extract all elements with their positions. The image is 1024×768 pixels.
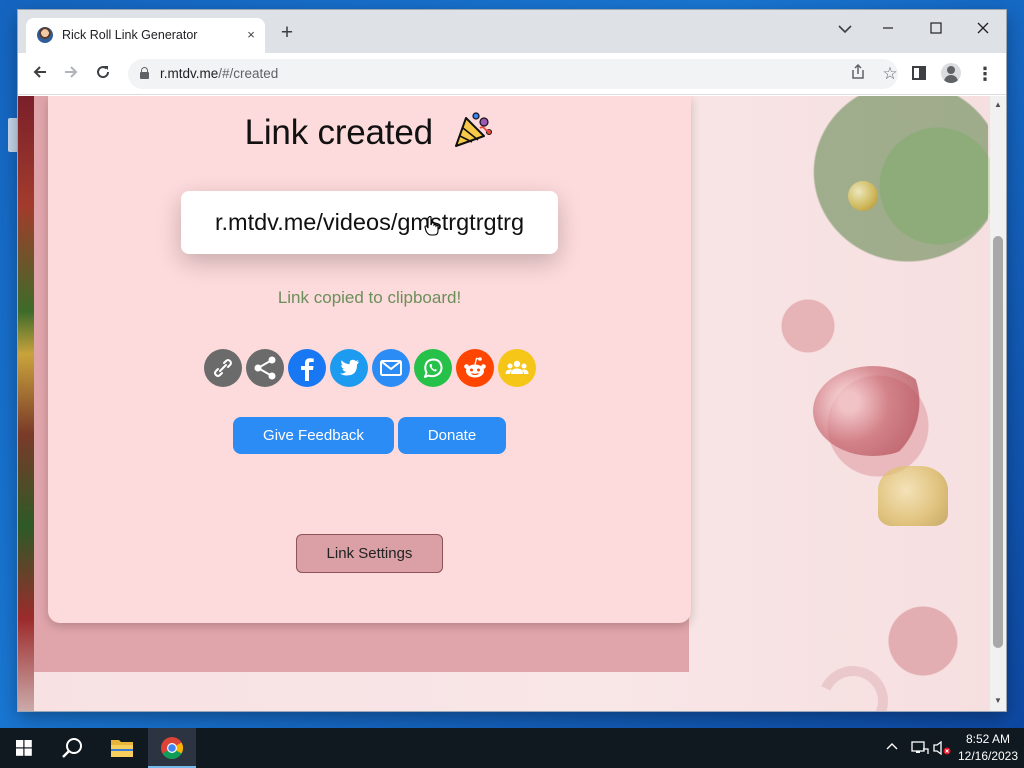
link-card: Link created r.mtdv.me/videos/gmstrgtrgt… [48, 96, 691, 623]
party-popper-icon [452, 110, 494, 150]
close-window-button[interactable] [968, 16, 998, 44]
scroll-thumb[interactable] [993, 236, 1003, 648]
share-page-icon[interactable] [847, 63, 869, 84]
email-icon [372, 349, 410, 387]
folder-icon [111, 740, 133, 757]
copy-link-button[interactable] [204, 349, 242, 387]
background-decoration [788, 96, 988, 286]
reddit-icon [456, 349, 494, 387]
address-bar[interactable]: r.mtdv.me/#/created ☆ [128, 59, 898, 89]
page-title: Link created [48, 110, 691, 153]
whatsapp-share-button[interactable] [414, 349, 452, 387]
browser-toolbar: r.mtdv.me/#/created ☆ ⋮ [18, 53, 1006, 95]
forward-button[interactable] [58, 62, 84, 86]
page-scrollbar[interactable]: ▲ ▼ [990, 96, 1006, 711]
facebook-share-button[interactable] [288, 349, 326, 387]
chrome-taskbar-button[interactable] [148, 728, 196, 768]
link-settings-button[interactable]: Link Settings [296, 534, 443, 573]
scroll-up-arrow-icon[interactable]: ▲ [990, 98, 1006, 112]
search-icon [62, 738, 82, 758]
clock-time[interactable]: 8:52 AM [958, 732, 1018, 746]
tab-search-icon[interactable] [830, 16, 860, 44]
scroll-down-arrow-icon[interactable]: ▼ [990, 694, 1006, 708]
generated-link-box[interactable]: r.mtdv.me/videos/gmstrgtrgtrg [181, 191, 558, 254]
file-explorer-button[interactable] [98, 728, 146, 768]
email-share-button[interactable] [372, 349, 410, 387]
group-share-button[interactable] [498, 349, 536, 387]
background-decoration [878, 466, 948, 526]
start-button[interactable] [0, 728, 48, 768]
background-decoration [808, 656, 898, 711]
twitter-share-button[interactable] [330, 349, 368, 387]
network-icon[interactable] [911, 740, 929, 768]
tab-close-icon[interactable]: × [242, 26, 260, 44]
facebook-icon [288, 349, 326, 387]
bookmark-star-icon[interactable]: ☆ [879, 64, 901, 84]
background-decoration [848, 181, 878, 211]
favicon-icon [37, 27, 53, 43]
reload-button[interactable] [90, 62, 116, 86]
twitter-icon [330, 349, 368, 387]
hand-cursor-icon [424, 215, 440, 236]
background-decoration [813, 366, 933, 456]
donate-button[interactable]: Donate [398, 417, 506, 454]
windows-icon [16, 740, 32, 756]
tab-title: Rick Roll Link Generator [62, 28, 198, 42]
tab-rick-roll[interactable]: Rick Roll Link Generator × [26, 18, 265, 53]
reddit-share-button[interactable] [456, 349, 494, 387]
profile-icon[interactable] [939, 63, 963, 85]
side-panel-icon[interactable] [907, 63, 931, 85]
browser-window: Rick Roll Link Generator × + r.mtdv.me/#… [18, 10, 1006, 711]
page-viewport: Link created r.mtdv.me/videos/gmstrgtrgt… [18, 96, 990, 711]
more-menu-icon[interactable]: ⋮ [973, 63, 997, 85]
new-tab-button[interactable]: + [276, 22, 298, 45]
share-button[interactable] [246, 349, 284, 387]
copied-confirmation: Link copied to clipboard! [277, 288, 462, 307]
whatsapp-icon [414, 349, 452, 387]
tray-chevron-icon[interactable] [886, 739, 898, 768]
desktop-icon[interactable] [8, 118, 18, 152]
taskbar-search-button[interactable] [48, 728, 96, 768]
background-decoration [18, 96, 34, 711]
clock-date[interactable]: 12/16/2023 [955, 749, 1021, 763]
link-icon [204, 349, 242, 387]
group-icon [498, 349, 536, 387]
maximize-button[interactable] [921, 16, 951, 44]
taskbar: 8:52 AM 12/16/2023 [0, 728, 1024, 768]
lock-icon[interactable] [140, 67, 149, 79]
give-feedback-button[interactable]: Give Feedback [233, 417, 394, 454]
share-icon [246, 349, 284, 387]
tab-strip: Rick Roll Link Generator × + [18, 10, 1006, 53]
url-text[interactable]: r.mtdv.me/#/created [160, 66, 278, 81]
back-button[interactable] [27, 62, 53, 86]
card-backdrop: Link created r.mtdv.me/videos/gmstrgtrgt… [34, 96, 691, 672]
minimize-button[interactable] [873, 16, 903, 44]
volume-muted-icon[interactable] [933, 740, 951, 768]
chrome-icon [161, 737, 183, 759]
